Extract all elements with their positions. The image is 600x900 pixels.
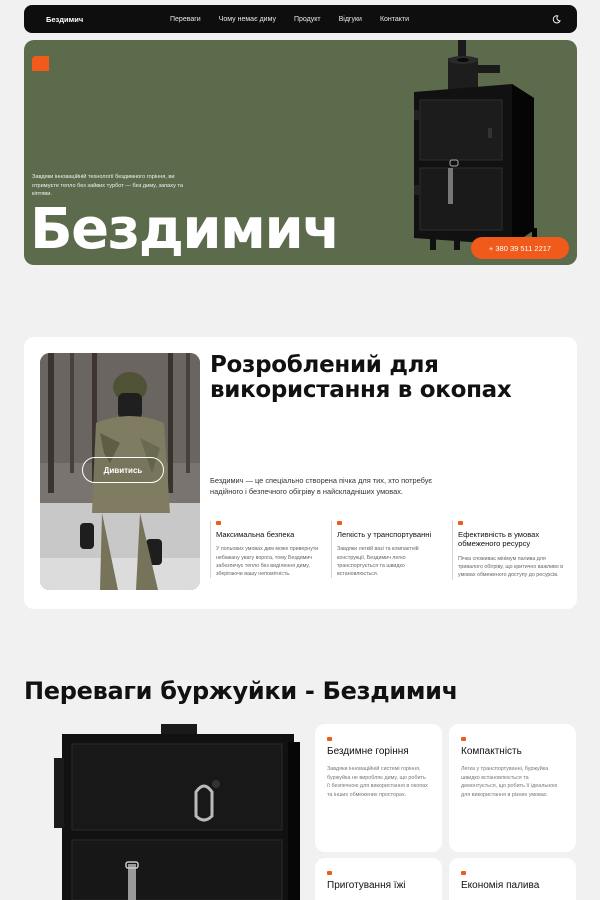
card-title: Бездимне горіння [327,746,409,757]
feature-title: Ефективність в умовах обмеженого ресурсу [458,530,540,549]
stove-image-large [54,724,300,900]
card-fuel-economy: Економія палива [449,858,576,900]
feature-portability: Легкість у транспортуванні Завдяки легкі… [331,521,443,579]
hero-description: Завдяки інноваційній технології бездимно… [32,174,184,198]
card-compact: Компактність Легка у транспортуванні, бу… [449,724,576,852]
feature-efficiency: Ефективність в умовах обмеженого ресурсу… [452,521,564,580]
watch-button[interactable]: Дивитись [82,457,164,483]
card-smokeless: Бездимне горіння Завдяки інноваційній си… [315,724,442,852]
card-cooking: Приготування їжі [315,858,442,900]
nav-brand[interactable]: Бездимич [46,15,170,24]
moon-icon [552,14,561,23]
theme-toggle-button[interactable] [549,12,563,26]
hero-title: Бездимич [30,197,341,262]
card-text: Легка у транспортуванні, буржуйка швидко… [461,766,558,798]
bullet-icon [461,737,466,741]
nav-link-product[interactable]: Продукт [294,16,321,23]
hero-section: Завдяки інноваційній технології бездимно… [24,40,577,265]
soldier-photo: Дивитись [40,353,200,590]
feature-title: Максимальна безпека [216,530,295,539]
bullet-icon [327,871,332,875]
phone-button[interactable]: + 380 39 511 2217 [471,237,569,259]
card-text: Завдяки інноваційній системі горіння, бу… [327,766,428,798]
bullet-icon [461,871,466,875]
nav-link-why-no-smoke[interactable]: Чому немає диму [219,16,276,23]
card-title: Приготування їжі [327,880,406,891]
feature-title: Легкість у транспортуванні [337,530,432,539]
nav-link-advantages[interactable]: Переваги [170,16,201,23]
nav-link-reviews[interactable]: Відгуки [339,16,362,23]
section-title: Розроблений для використання в окопах [210,352,512,403]
navbar: Бездимич Переваги Чому немає диму Продук… [24,5,577,33]
feature-safety: Максимальна безпека У польових умовах ди… [210,521,322,579]
trenches-section: Дивитись Розроблений для використання в … [24,337,577,609]
section-description: Бездимич — це спеціально створена пічка … [210,476,433,496]
logo-icon [32,56,49,71]
feature-text: Пічка споживає мінімум палива для тривал… [458,555,564,579]
card-title: Економія палива [461,880,540,891]
bullet-icon [458,521,463,525]
nav-link-contacts[interactable]: Контакти [380,16,409,23]
bullet-icon [337,521,342,525]
bullet-icon [216,521,221,525]
nav-links: Переваги Чому немає диму Продукт Відгуки… [170,16,409,23]
stove-image [414,40,537,252]
feature-text: Завдяки легкій вазі та компактній констр… [337,546,419,578]
advantages-title: Переваги буржуйки - Бездимич [24,677,458,705]
bullet-icon [327,737,332,741]
feature-text: У польових умовах дим може привернути не… [216,546,319,578]
card-title: Компактність [461,746,522,757]
